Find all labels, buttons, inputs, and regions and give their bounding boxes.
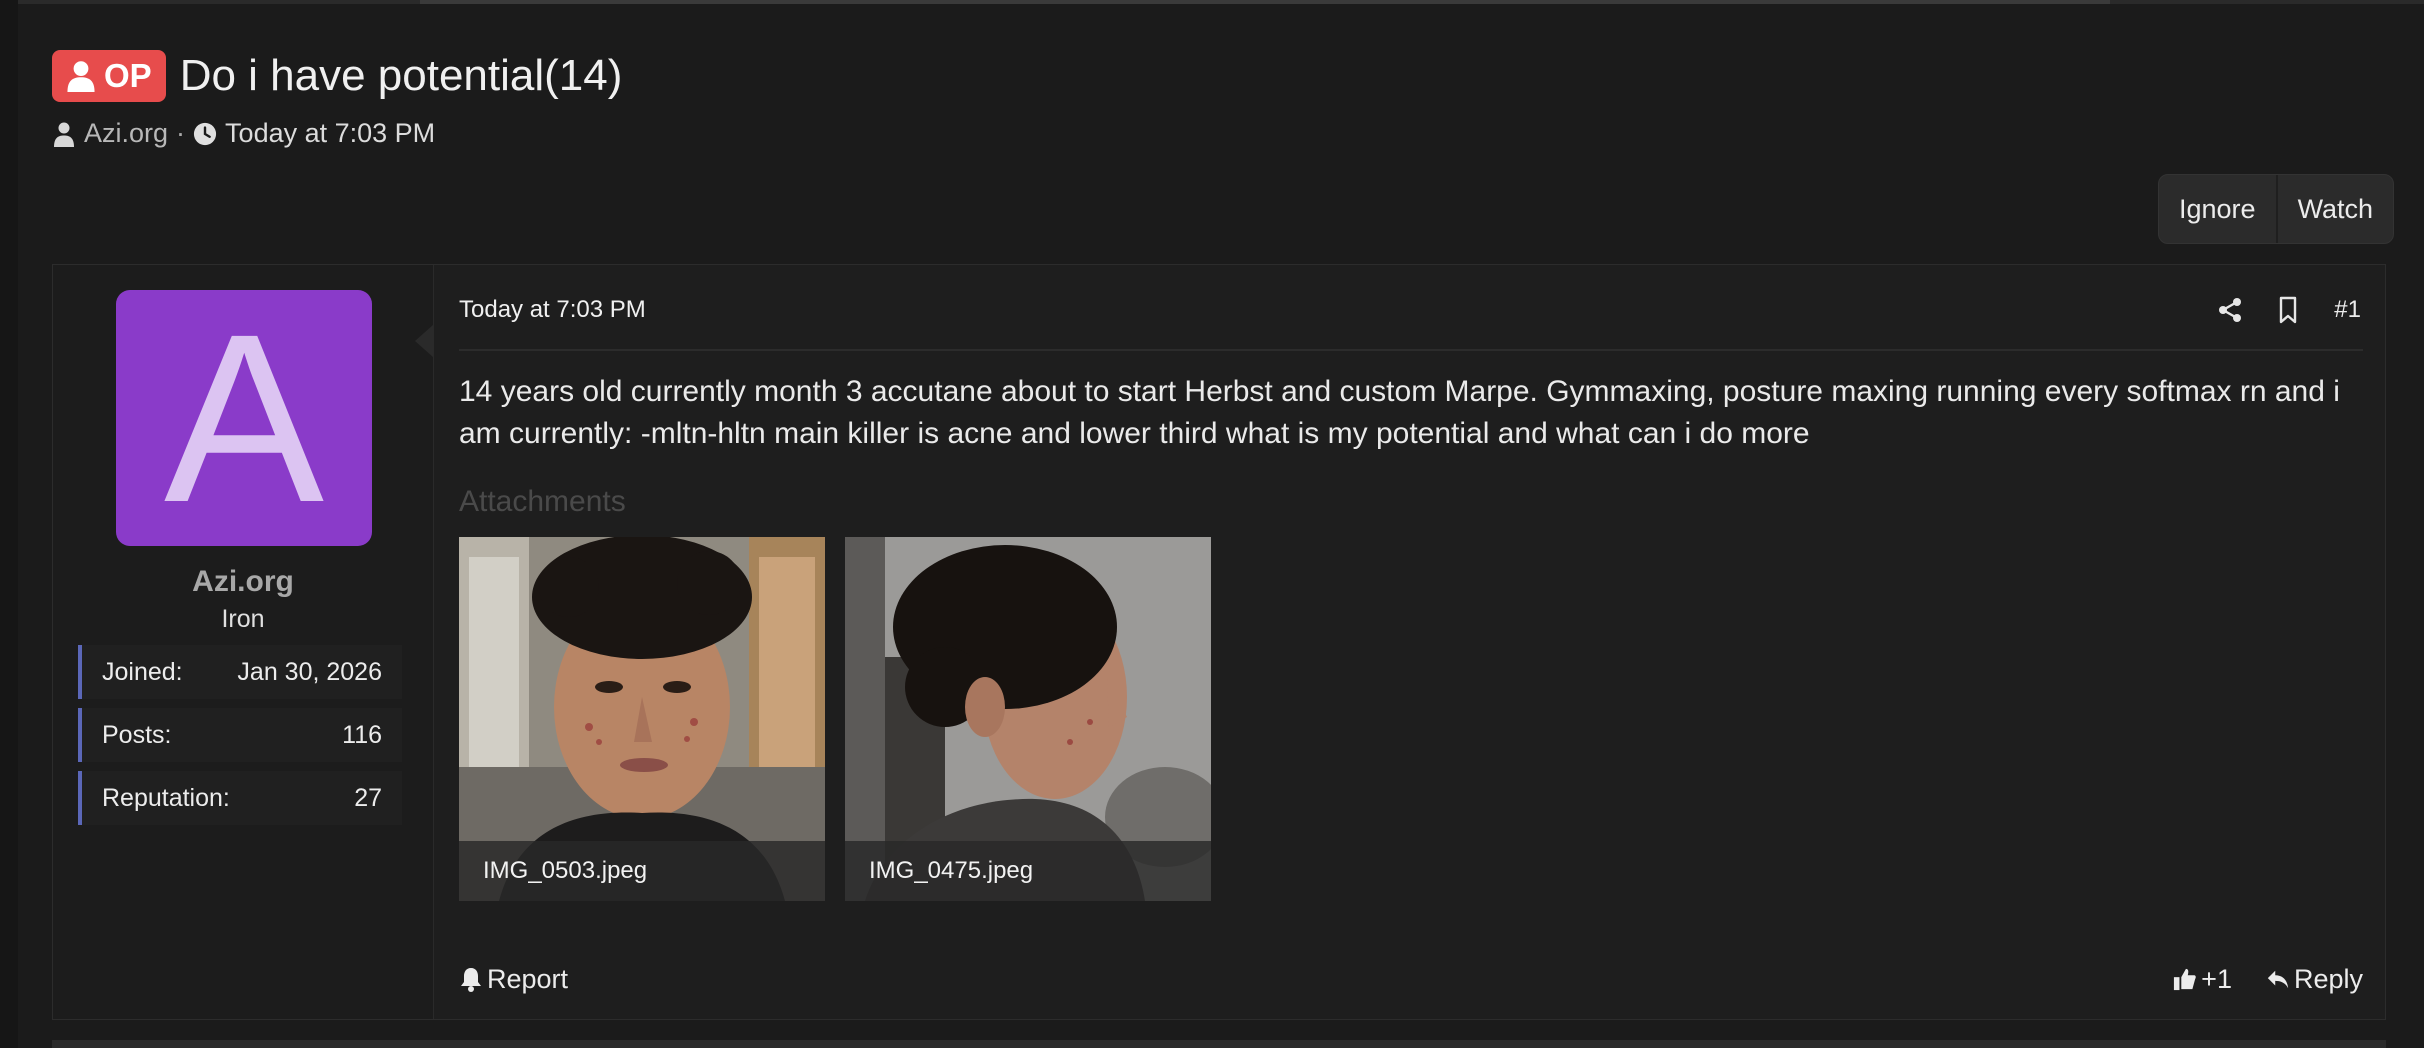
watch-button[interactable]: Watch <box>2275 175 2394 243</box>
user-rank: Iron <box>221 605 265 633</box>
reaction-count: +1 <box>2201 963 2232 994</box>
stat-label: Joined: <box>102 657 183 686</box>
avatar[interactable]: A <box>116 290 372 546</box>
bookmark-icon[interactable] <box>2276 296 2300 324</box>
thread-header: OP Do i have potential(14) Azi.org · Tod… <box>52 48 622 149</box>
page-left-edge <box>0 0 18 1048</box>
stat-value: 116 <box>342 720 382 749</box>
thread-title-row: OP Do i have potential(14) <box>52 48 622 104</box>
attachment-thumbnail[interactable]: IMG_0503.jpeg <box>459 537 825 901</box>
post-message-cell: Today at 7:03 PM #1 14 years old current… <box>459 265 2363 1019</box>
report-button[interactable]: Report <box>459 964 568 995</box>
next-post-edge <box>52 1040 2386 1048</box>
post-number[interactable]: #1 <box>2334 296 2361 324</box>
user-cell-arrow <box>415 325 433 357</box>
stat-posts: Posts: 116 <box>78 708 402 762</box>
post-header: Today at 7:03 PM #1 <box>459 265 2363 351</box>
stat-joined: Joined: Jan 30, 2026 <box>78 645 402 699</box>
post-header-actions: #1 <box>2218 296 2361 324</box>
user-icon <box>67 61 95 92</box>
stat-label: Reputation: <box>102 783 230 812</box>
thread-title: Do i have potential(14) <box>179 51 623 100</box>
ignore-button[interactable]: Ignore <box>2159 175 2276 243</box>
attachment-thumbnail[interactable]: IMG_0475.jpeg <box>845 537 1211 901</box>
share-icon[interactable] <box>2218 296 2242 324</box>
report-label: Report <box>487 963 569 994</box>
thread-action-group: Ignore Watch <box>2158 174 2395 244</box>
top-border <box>0 0 2424 4</box>
bell-icon <box>461 968 481 992</box>
op-badge: OP <box>52 50 166 102</box>
thumbs-up-icon <box>2174 968 2196 991</box>
post-user-cell: A Azi.org Iron Joined: Jan 30, 2026 Post… <box>53 265 434 1019</box>
thread-meta: Azi.org · Today at 7:03 PM <box>52 118 622 149</box>
attachment-filename[interactable]: IMG_0475.jpeg <box>845 841 1211 901</box>
reply-label: Reply <box>2293 963 2363 994</box>
op-badge-label: OP <box>104 57 152 94</box>
thread-time[interactable]: Today at 7:03 PM <box>225 118 435 149</box>
stat-reputation: Reputation: 27 <box>78 771 402 825</box>
post-date[interactable]: Today at 7:03 PM <box>459 296 646 324</box>
stat-label: Posts: <box>102 720 172 749</box>
post-footer: Report +1 Reply <box>459 951 2363 1007</box>
meta-separator: · <box>176 118 186 148</box>
reply-button[interactable]: Reply <box>2266 964 2363 995</box>
post: A Azi.org Iron Joined: Jan 30, 2026 Post… <box>52 264 2386 1020</box>
thread-author-link[interactable]: Azi.org <box>84 118 168 149</box>
post-username[interactable]: Azi.org <box>53 565 433 599</box>
clock-icon <box>193 122 217 145</box>
attachments-label: Attachments <box>459 485 626 518</box>
stat-value: 27 <box>354 783 382 812</box>
top-border-segment <box>420 0 2110 4</box>
like-button[interactable]: +1 <box>2173 964 2232 995</box>
user-icon <box>54 122 74 147</box>
post-body: 14 years old currently month 3 accutane … <box>459 375 2340 450</box>
attachment-filename[interactable]: IMG_0503.jpeg <box>459 841 825 901</box>
stat-value: Jan 30, 2026 <box>237 657 382 686</box>
post-footer-actions: +1 Reply <box>2139 964 2363 995</box>
reply-icon <box>2267 970 2289 989</box>
